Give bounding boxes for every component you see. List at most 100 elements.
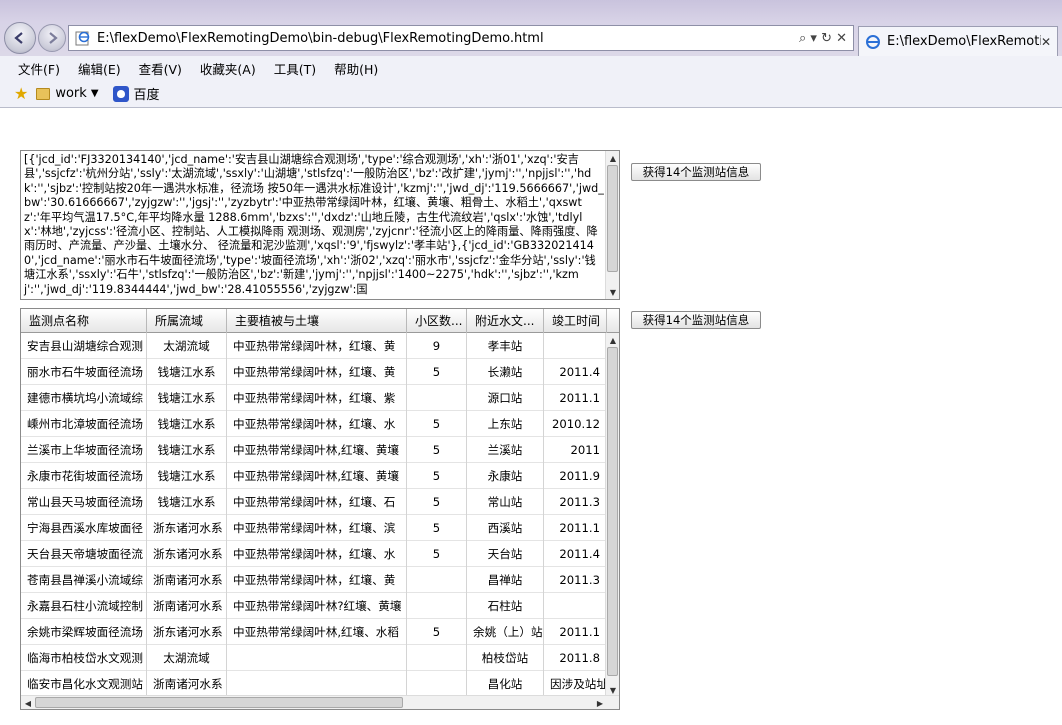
- column-header-basin[interactable]: 所属流域: [147, 309, 227, 333]
- cell-completion-time: 2011.1: [544, 515, 607, 541]
- cell-hydro-station: 柏枝岱站: [467, 645, 544, 671]
- table-row[interactable]: 建德市横坑坞小流域综 钱塘江水系 中亚热带常绿阔叶林，红壤、紫 源口站 2011.1: [21, 385, 607, 411]
- cell-completion-time: 2011.1: [544, 619, 607, 645]
- cell-completion-time: [544, 333, 607, 359]
- address-bar[interactable]: E:\flexDemo\FlexRemotingDemo\bin-debug\F…: [68, 25, 854, 51]
- cell-vegetation-soil: 中亚热带常绿阔叶林，红壤、紫: [227, 385, 407, 411]
- datagrid-header: 监测点名称 所属流域 主要植被与土壤 小区数... 附近水文... 竣工时间: [21, 309, 619, 333]
- cell-completion-time: 2010.12: [544, 411, 607, 437]
- table-row[interactable]: 永康市花街坡面径流场 钱塘江水系 中亚热带常绿阔叶林,红壤、黄壤 5 永康站 2011.9: [21, 463, 607, 489]
- cell-hydro-station: 孝丰站: [467, 333, 544, 359]
- cell-plot-count: [407, 645, 467, 671]
- cell-vegetation-soil: 中亚热带常绿阔叶林，红壤、水: [227, 541, 407, 567]
- table-row[interactable]: 临安市昌化水文观测站 浙南诸河水系 昌化站 因涉及站址: [21, 671, 607, 697]
- get-stations-button-2[interactable]: 获得14个监测站信息: [631, 311, 761, 329]
- address-url[interactable]: E:\flexDemo\FlexRemotingDemo\bin-debug\F…: [97, 31, 799, 46]
- cell-hydro-station: 昌化站: [467, 671, 544, 697]
- tab-current-page[interactable]: E:\flexDemo\FlexRemotin... ✕: [858, 26, 1058, 56]
- cell-vegetation-soil: 中亚热带常绿阔叶林,红壤、黄壤: [227, 437, 407, 463]
- column-header-completion-time[interactable]: 竣工时间: [544, 309, 607, 333]
- favorites-star-icon[interactable]: ★: [14, 84, 28, 103]
- datagrid-horizontal-scroll-thumb[interactable]: [35, 697, 403, 708]
- cell-station-name: 宁海县西溪水库坡面径: [21, 515, 147, 541]
- cell-hydro-station: 兰溪站: [467, 437, 544, 463]
- cell-completion-time: 2011.1: [544, 385, 607, 411]
- datagrid-horizontal-scrollbar[interactable]: ◀ ▶: [21, 695, 619, 709]
- menu-help[interactable]: 帮助(H): [334, 59, 378, 78]
- scroll-up-arrow-icon[interactable]: ▲: [606, 333, 619, 347]
- page-content: [{'jcd_id':'FJ3320134140','jcd_name':'安吉…: [0, 109, 1062, 725]
- table-row[interactable]: 宁海县西溪水库坡面径 浙东诸河水系 中亚热带常绿阔叶林，红壤、滨 5 西溪站 2011.1: [21, 515, 607, 541]
- cell-hydro-station: 昌禅站: [467, 567, 544, 593]
- favorites-item-work[interactable]: work: [55, 86, 86, 101]
- textarea-vertical-scrollbar[interactable]: ▲ ▼: [605, 151, 619, 299]
- table-row[interactable]: 天台县天帝塘坡面径流 浙东诸河水系 中亚热带常绿阔叶林，红壤、水 5 天台站 2011.4: [21, 541, 607, 567]
- cell-hydro-station: 余姚（上）站: [467, 619, 544, 645]
- table-row[interactable]: 兰溪市上华坡面径流场 钱塘江水系 中亚热带常绿阔叶林,红壤、黄壤 5 兰溪站 2011: [21, 437, 607, 463]
- column-header-station-name[interactable]: 监测点名称: [21, 309, 147, 333]
- json-result-text: [{'jcd_id':'FJ3320134140','jcd_name':'安吉…: [24, 153, 604, 296]
- datagrid-vertical-scroll-thumb[interactable]: [607, 347, 618, 676]
- cell-hydro-station: 长濑站: [467, 359, 544, 385]
- forward-button[interactable]: [38, 24, 66, 52]
- cell-completion-time: 2011.4: [544, 541, 607, 567]
- column-header-plot-count[interactable]: 小区数...: [407, 309, 467, 333]
- textarea-scroll-thumb[interactable]: [607, 165, 618, 272]
- cell-vegetation-soil: [227, 645, 407, 671]
- datagrid-body: 安吉县山湖塘综合观测 太湖流域 中亚热带常绿阔叶林，红壤、黄 9 孝丰站 丽水市石牛坡面径…: [21, 333, 607, 697]
- cell-station-name: 苍南县昌禅溪小流域综: [21, 567, 147, 593]
- favorites-item-baidu[interactable]: 百度: [134, 84, 160, 103]
- back-button[interactable]: [4, 22, 36, 54]
- cell-completion-time: 2011: [544, 437, 607, 463]
- cell-vegetation-soil: 中亚热带常绿阔叶林,红壤、水稻: [227, 619, 407, 645]
- cell-station-name: 余姚市梁辉坡面径流场: [21, 619, 147, 645]
- json-result-textarea[interactable]: [{'jcd_id':'FJ3320134140','jcd_name':'安吉…: [20, 150, 620, 300]
- table-row[interactable]: 嵊州市北漳坡面径流场 钱塘江水系 中亚热带常绿阔叶林，红壤、水 5 上东站 2010.12: [21, 411, 607, 437]
- chevron-down-icon[interactable]: ▼: [91, 88, 99, 99]
- cell-plot-count: 5: [407, 489, 467, 515]
- cell-basin: 浙东诸河水系: [147, 619, 227, 645]
- menu-edit[interactable]: 编辑(E): [78, 59, 121, 78]
- get-stations-button-1[interactable]: 获得14个监测站信息: [631, 163, 761, 181]
- cell-station-name: 临海市柏枝岱水文观测: [21, 645, 147, 671]
- cell-hydro-station: 天台站: [467, 541, 544, 567]
- address-controls[interactable]: ⌕ ▾ ↻ ✕: [799, 31, 847, 46]
- cell-hydro-station: 石柱站: [467, 593, 544, 619]
- table-row[interactable]: 苍南县昌禅溪小流域综 浙南诸河水系 中亚热带常绿阔叶林，红壤、黄 昌禅站 2011.3: [21, 567, 607, 593]
- menu-tools[interactable]: 工具(T): [274, 59, 316, 78]
- table-row[interactable]: 丽水市石牛坡面径流场 钱塘江水系 中亚热带常绿阔叶林，红壤、黄 5 长濑站 2011.4: [21, 359, 607, 385]
- scroll-left-arrow-icon[interactable]: ◀: [21, 696, 35, 709]
- cell-station-name: 丽水市石牛坡面径流场: [21, 359, 147, 385]
- cell-completion-time: 2011.8: [544, 645, 607, 671]
- menu-favorites[interactable]: 收藏夹(A): [200, 59, 256, 78]
- folder-icon: [36, 87, 51, 100]
- column-header-vegetation-soil[interactable]: 主要植被与土壤: [227, 309, 407, 333]
- table-row[interactable]: 永嘉县石柱小流域控制 浙南诸河水系 中亚热带常绿阔叶林?红壤、黄壤 石柱站: [21, 593, 607, 619]
- cell-completion-time: 2011.4: [544, 359, 607, 385]
- table-row[interactable]: 余姚市梁辉坡面径流场 浙东诸河水系 中亚热带常绿阔叶林,红壤、水稻 5 余姚（上）站 20…: [21, 619, 607, 645]
- tab-close-icon[interactable]: ✕: [1041, 35, 1051, 49]
- datagrid-vertical-scrollbar[interactable]: ▲ ▼: [605, 333, 619, 697]
- scroll-up-arrow-icon[interactable]: ▲: [606, 151, 619, 165]
- cell-vegetation-soil: 中亚热带常绿阔叶林，红壤、黄: [227, 359, 407, 385]
- cell-basin: 太湖流域: [147, 333, 227, 359]
- cell-vegetation-soil: 中亚热带常绿阔叶林，红壤、石: [227, 489, 407, 515]
- menu-view[interactable]: 查看(V): [139, 59, 182, 78]
- cell-hydro-station: 西溪站: [467, 515, 544, 541]
- scroll-right-arrow-icon[interactable]: ▶: [593, 696, 607, 709]
- table-row[interactable]: 常山县天马坡面径流场 钱塘江水系 中亚热带常绿阔叶林，红壤、石 5 常山站 2011.3: [21, 489, 607, 515]
- cell-hydro-station: 源口站: [467, 385, 544, 411]
- table-row[interactable]: 安吉县山湖塘综合观测 太湖流域 中亚热带常绿阔叶林，红壤、黄 9 孝丰站: [21, 333, 607, 359]
- column-header-hydro-station[interactable]: 附近水文...: [467, 309, 544, 333]
- menu-file[interactable]: 文件(F): [18, 59, 60, 78]
- ie-favicon-icon: [866, 34, 880, 49]
- cell-station-name: 常山县天马坡面径流场: [21, 489, 147, 515]
- table-row[interactable]: 临海市柏枝岱水文观测 太湖流域 柏枝岱站 2011.8: [21, 645, 607, 671]
- menu-bar: 文件(F) 编辑(E) 查看(V) 收藏夹(A) 工具(T) 帮助(H): [0, 56, 1062, 80]
- cell-completion-time: 因涉及站址: [544, 671, 607, 697]
- cell-vegetation-soil: [227, 671, 407, 697]
- cell-plot-count: 5: [407, 515, 467, 541]
- scroll-down-arrow-icon[interactable]: ▼: [606, 285, 619, 299]
- forward-arrow-icon: [49, 32, 58, 44]
- cell-plot-count: [407, 567, 467, 593]
